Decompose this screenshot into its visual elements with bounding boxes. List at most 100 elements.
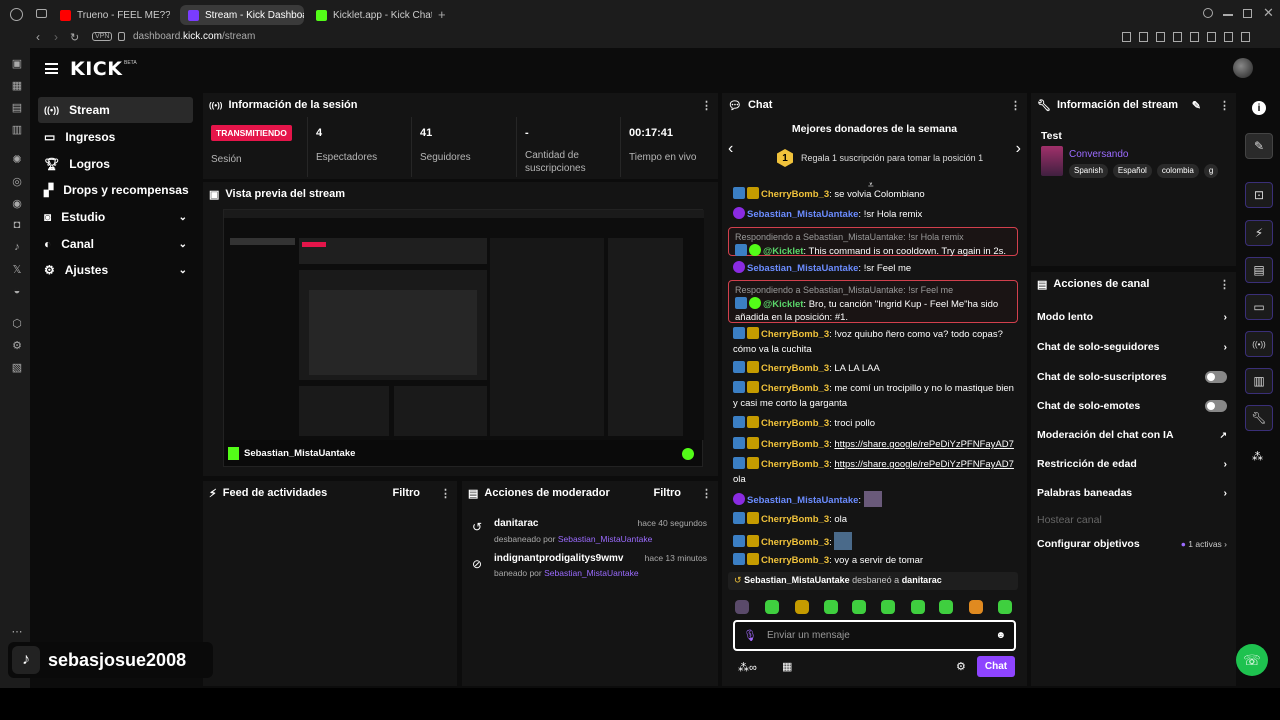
emote-button[interactable] [969, 600, 983, 614]
minimize-icon[interactable] [1223, 14, 1233, 16]
more-icon[interactable]: ⋯ [10, 624, 24, 638]
vpn-badge[interactable]: VPN [92, 32, 113, 41]
rail-button[interactable]: 🔧︎ [1245, 405, 1273, 431]
chevron-left-icon[interactable]: ‹ [728, 140, 733, 158]
emote-button[interactable] [824, 600, 838, 614]
browser-menu-icon[interactable] [10, 8, 23, 21]
category-link[interactable]: Conversando [1069, 149, 1128, 160]
nav-item-drops[interactable]: ▞ Drops y recompensas [38, 177, 193, 203]
restore-icon[interactable] [1243, 9, 1252, 18]
microphone-icon[interactable]: 🎙︎ [743, 629, 757, 642]
avatar[interactable] [1233, 58, 1253, 78]
toggle-switch[interactable] [1205, 400, 1227, 412]
search-icon[interactable] [1203, 8, 1213, 18]
close-window-icon[interactable]: ✕ [1263, 5, 1274, 21]
more-options-icon[interactable]: ⋮ [1219, 278, 1230, 291]
instagram-icon[interactable]: ◘ [10, 218, 24, 232]
more-options-icon[interactable]: ⋮ [1219, 99, 1230, 112]
messenger-icon[interactable]: ◉ [10, 196, 24, 210]
cube-icon[interactable]: ⬡ [10, 316, 24, 330]
tab-youtube[interactable]: Trueno - FEEL ME?? (Vide [52, 5, 170, 25]
nav-item-canal[interactable]: ◐ Canal ⌄ [38, 231, 193, 257]
action-banned-words[interactable]: Palabras baneadas › [1037, 487, 1227, 499]
sidebar-app-icon[interactable]: ▥ [10, 122, 24, 136]
emote-button[interactable] [795, 600, 809, 614]
rail-button[interactable]: ⊡ [1245, 182, 1273, 208]
share-icon[interactable] [1224, 32, 1233, 42]
nav-item-logros[interactable]: 🏆︎ Logros [38, 151, 193, 177]
chatgpt-icon[interactable]: ✺ [10, 152, 24, 166]
emote-button[interactable] [939, 600, 953, 614]
camera-icon[interactable] [1190, 32, 1199, 42]
store-icon[interactable]: ▦ [782, 660, 792, 673]
discord-icon[interactable]: ◒ [10, 284, 24, 298]
tag-chip[interactable]: Spanish [1069, 164, 1108, 178]
kicklet-icon[interactable]: ⁂ [1252, 450, 1263, 463]
new-tab-icon[interactable]: + [438, 7, 446, 22]
sidebar-app-icon[interactable]: ▣ [10, 56, 24, 70]
extensions-icon[interactable] [1207, 32, 1216, 42]
info-icon[interactable]: i [1252, 101, 1266, 115]
nav-item-ingresos[interactable]: ▭ Ingresos [38, 124, 193, 150]
nav-item-ajustes[interactable]: ⚙ Ajustes ⌄ [38, 257, 193, 283]
forward-icon[interactable]: › [54, 30, 58, 44]
nav-item-estudio[interactable]: ◙ Estudio ⌄ [38, 204, 193, 230]
sidebar-app-icon[interactable]: ▤ [10, 100, 24, 114]
emote-button[interactable] [765, 600, 779, 614]
action-age-restriction[interactable]: Restricción de edad › [1037, 458, 1227, 470]
emote-button[interactable] [852, 600, 866, 614]
emote-button[interactable] [735, 600, 749, 614]
rail-button[interactable]: ▭ [1245, 294, 1273, 320]
tag-chip[interactable]: g [1203, 164, 1219, 178]
more-options-icon[interactable]: ⋮ [701, 99, 712, 112]
whatsapp-icon[interactable]: ◎ [10, 174, 24, 188]
tiktok-icon[interactable]: ♪ [10, 240, 24, 254]
kick-logo[interactable]: KICK [70, 58, 122, 80]
chat-send-button[interactable]: Chat [977, 656, 1015, 677]
kicklet-icon[interactable]: ⁂∞ [738, 661, 757, 674]
sidebar-app-icon[interactable]: ▦ [10, 78, 24, 92]
download-icon[interactable] [1139, 32, 1148, 42]
more-options-icon[interactable]: ⋮ [701, 487, 712, 500]
action-ai-moderation[interactable]: Moderación del chat con IA ↗ [1037, 429, 1227, 441]
tab-manager-icon[interactable] [36, 9, 47, 18]
support-chat-icon[interactable]: ☏ [1236, 644, 1268, 676]
chat-settings-icon[interactable]: ⚙ [956, 660, 966, 673]
reload-icon[interactable]: ↻ [70, 31, 79, 44]
chevron-right-icon[interactable]: › [1016, 140, 1021, 158]
emote-button[interactable] [911, 600, 925, 614]
panel-icon[interactable]: ▧ [10, 360, 24, 374]
edit-stream-button[interactable]: ✎ [1245, 133, 1273, 159]
shield-icon[interactable] [1156, 32, 1165, 42]
rail-button[interactable]: ((•)) [1245, 331, 1273, 357]
more-options-icon[interactable]: ⋮ [440, 487, 451, 500]
browser-menu-dots-icon[interactable] [1241, 32, 1250, 42]
edit-icon[interactable]: ✎ [1192, 99, 1201, 112]
tag-chip[interactable]: colombia [1156, 164, 1199, 178]
rail-button[interactable]: ▤ [1245, 257, 1273, 283]
emoji-icon[interactable]: ☻ [995, 630, 1006, 641]
action-slow-mode[interactable]: Modo lento › [1037, 311, 1227, 323]
action-configure-goals[interactable]: Configurar objetivos ● 1 activas › [1037, 538, 1227, 550]
tab-kicklet[interactable]: Kicklet.app - Kick Chatbo [308, 5, 432, 25]
more-options-icon[interactable]: ⋮ [1010, 99, 1021, 112]
x-icon[interactable]: 𝕏 [10, 262, 24, 276]
back-icon[interactable]: ‹ [36, 30, 40, 44]
toggle-switch[interactable] [1205, 371, 1227, 383]
play-icon[interactable] [1173, 32, 1182, 42]
rail-button[interactable]: ⚡︎ [1245, 220, 1273, 246]
action-followers-only[interactable]: Chat de solo-seguidores › [1037, 341, 1227, 353]
tab-kick-dashboard[interactable]: Stream - Kick Dashboard [180, 5, 304, 25]
bookmark-icon[interactable] [1122, 32, 1131, 42]
settings-icon[interactable]: ⚙ [10, 338, 24, 352]
rail-button[interactable]: ▥ [1245, 368, 1273, 394]
url-text[interactable]: dashboard.kick.com/stream [133, 31, 255, 42]
nav-item-stream[interactable]: ((•)) Stream [38, 97, 193, 123]
emote-button[interactable] [881, 600, 895, 614]
category-thumbnail[interactable] [1041, 146, 1063, 176]
preview-video[interactable]: Sebastian_MistaUantake [223, 209, 704, 467]
filter-button[interactable]: Filtro [393, 487, 421, 499]
filter-button[interactable]: Filtro [654, 487, 682, 499]
hamburger-menu-icon[interactable] [45, 63, 58, 74]
emote-button[interactable] [998, 600, 1012, 614]
